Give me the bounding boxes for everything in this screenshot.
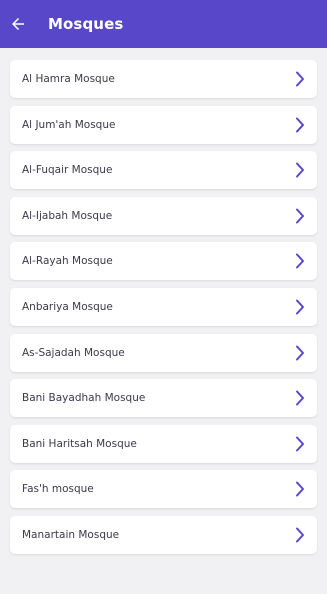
chevron-right-icon bbox=[293, 390, 307, 406]
list-item[interactable]: Al-Fuqair Mosque bbox=[10, 151, 317, 190]
list-item[interactable]: As-Sajadah Mosque bbox=[10, 333, 317, 372]
chevron-right-icon bbox=[293, 299, 307, 315]
list-item-label: Al-Rayah Mosque bbox=[22, 255, 113, 268]
mosque-list: Al Hamra Mosque Al Jum'ah Mosque Al-Fuqa… bbox=[10, 60, 317, 562]
chevron-right-icon bbox=[293, 117, 307, 133]
app-bar: Mosques bbox=[0, 0, 327, 48]
arrow-left-icon bbox=[12, 18, 24, 30]
back-button[interactable] bbox=[0, 0, 42, 48]
list-item[interactable]: Bani Haritsah Mosque bbox=[10, 424, 317, 463]
list-item-label: Manartain Mosque bbox=[22, 528, 120, 541]
list-item[interactable]: Al-Rayah Mosque bbox=[10, 242, 317, 281]
list-item[interactable]: Al Hamra Mosque bbox=[10, 60, 317, 98]
chevron-right-icon bbox=[293, 481, 307, 497]
chevron-right-icon bbox=[293, 436, 307, 452]
list-item-label: Fas'h mosque bbox=[22, 483, 94, 496]
list-item[interactable]: Fas'h mosque bbox=[10, 470, 317, 509]
list-item[interactable]: Al-Ijabah Mosque bbox=[10, 196, 317, 235]
list-item-label: Al Jum'ah Mosque bbox=[22, 118, 116, 131]
list-item-label: Bani Bayadhah Mosque bbox=[22, 392, 146, 405]
chevron-right-icon bbox=[293, 162, 307, 178]
list-item[interactable]: Bani Bayadhah Mosque bbox=[10, 379, 317, 418]
list-item-label: Bani Haritsah Mosque bbox=[22, 437, 137, 450]
list-item[interactable]: Manartain Mosque bbox=[10, 515, 317, 554]
chevron-right-icon bbox=[293, 71, 307, 87]
page-title: Mosques bbox=[48, 15, 124, 33]
list-item-label: Al Hamra Mosque bbox=[22, 73, 115, 85]
list-item-label: Anbariya Mosque bbox=[22, 300, 113, 313]
list-item[interactable]: Anbariya Mosque bbox=[10, 287, 317, 326]
list-item-label: Al-Fuqair Mosque bbox=[22, 164, 113, 177]
chevron-right-icon bbox=[293, 527, 307, 543]
list-item-label: Al-Ijabah Mosque bbox=[22, 209, 113, 222]
list-item[interactable]: Al Jum'ah Mosque bbox=[10, 105, 317, 144]
chevron-right-icon bbox=[293, 253, 307, 269]
chevron-right-icon bbox=[293, 345, 307, 361]
list-item-label: As-Sajadah Mosque bbox=[22, 346, 125, 359]
chevron-right-icon bbox=[293, 208, 307, 224]
